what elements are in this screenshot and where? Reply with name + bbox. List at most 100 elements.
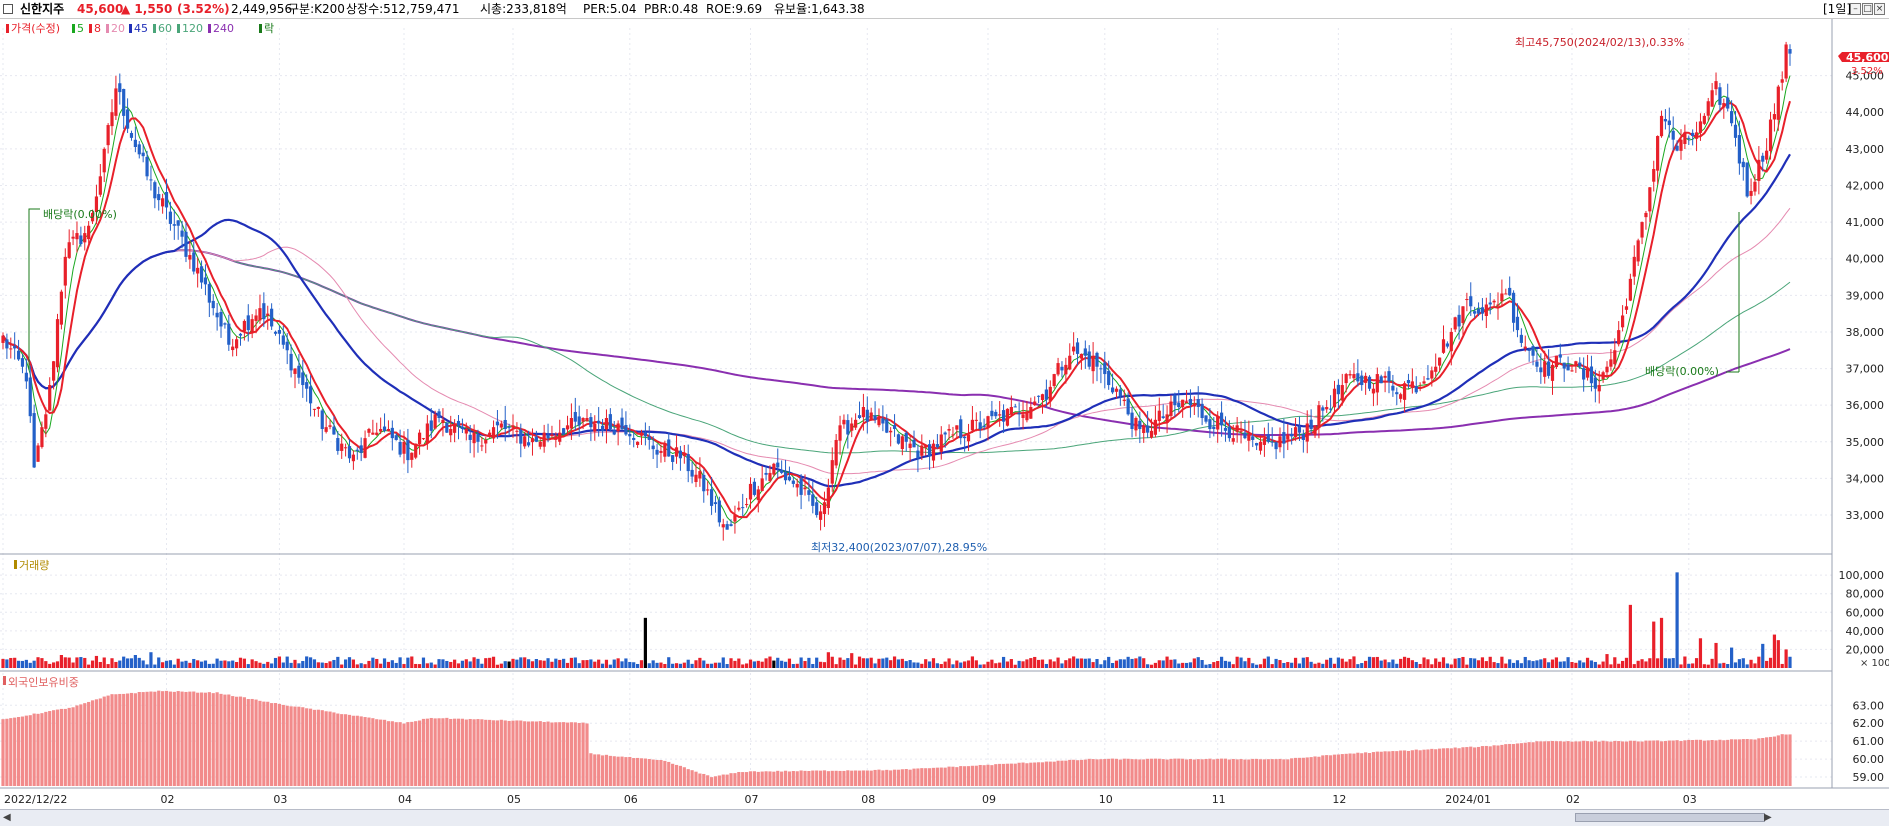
candlestick (1371, 382, 1376, 407)
candlestick (1776, 84, 1780, 131)
legend-ma20: 20 (111, 22, 125, 35)
volume-bar (799, 657, 803, 668)
scroll-right-icon[interactable]: ▶ (1764, 812, 1772, 823)
candlestick (600, 419, 605, 437)
volume-bar (600, 663, 605, 668)
foreign-ratio-bar (429, 717, 433, 786)
foreign-ratio-bar (1465, 747, 1469, 786)
candlestick (386, 420, 391, 432)
volume-bar (410, 656, 414, 668)
volume-bar (1087, 658, 1091, 668)
volume-bar (768, 656, 772, 668)
volume-bar (651, 660, 655, 668)
volume-bar (133, 655, 137, 668)
foreign-ratio-bar (90, 700, 95, 786)
foreign-ratio-bar (1379, 751, 1383, 786)
foreign-ratio-bar (608, 755, 612, 786)
volume-bar (1344, 661, 1348, 668)
volume-bar (706, 663, 710, 668)
foreign-ratio-bar (1768, 736, 1773, 786)
foreign-ratio-bar (1029, 762, 1033, 786)
foreign-ratio-bar (1274, 759, 1278, 786)
volume-bar (1535, 660, 1539, 668)
foreign-ratio-bar (1192, 759, 1196, 786)
volume-bar (1161, 660, 1165, 668)
volume-bar (1340, 658, 1344, 668)
volume-bar (1644, 661, 1648, 668)
volume-bar (1383, 659, 1387, 668)
volume-bar (721, 657, 725, 668)
volume-bar (1539, 659, 1543, 668)
volume-bar (63, 657, 67, 668)
candlestick (1110, 373, 1115, 395)
foreign-ratio-bar (741, 772, 745, 786)
foreign-ratio-bar (273, 703, 278, 786)
volume-bar (1157, 660, 1161, 668)
candlestick (904, 431, 908, 452)
candlestick (63, 248, 67, 299)
candlestick (1706, 97, 1710, 121)
volume-bar (1726, 664, 1730, 668)
foreign-ratio-bar (1009, 763, 1013, 786)
foreign-ratio-bar (301, 707, 305, 786)
volume-bar (1025, 659, 1029, 668)
candlestick (273, 330, 278, 336)
candlestick (1091, 342, 1095, 384)
volume-bar (850, 653, 854, 668)
foreign-ratio-bar (624, 757, 628, 786)
foreign-ratio-bar (550, 722, 554, 786)
foreign-ratio-bar (1068, 759, 1072, 786)
candlestick (1410, 368, 1414, 394)
volume-bar (149, 652, 153, 668)
foreign-ratio-bar (1037, 762, 1041, 786)
candlestick (285, 333, 289, 365)
candlestick (1671, 116, 1675, 151)
candlestick (355, 447, 359, 460)
volume-bar (1710, 658, 1714, 668)
volume-bar (1508, 659, 1512, 668)
volume-bar (643, 617, 647, 668)
foreign-ratio-bar (1473, 747, 1477, 786)
foreign-ratio-bar (1597, 741, 1601, 786)
foreign-ratio-bar (1216, 758, 1220, 786)
volume-bar (437, 659, 441, 668)
candlestick (1360, 370, 1364, 391)
foreign-ratio-bar (1410, 750, 1414, 786)
volume-bar (382, 658, 387, 668)
volume-tick-label: 20,000 (1846, 643, 1885, 656)
candlestick (223, 322, 227, 329)
candlestick (118, 73, 122, 105)
foreign-ratio-bar (425, 718, 429, 786)
volume-bar (168, 660, 173, 668)
foreign-ratio-bar (1585, 741, 1590, 786)
candlestick (1620, 305, 1625, 332)
volume-bar (1457, 658, 1461, 668)
foreign-ratio-bar (900, 769, 904, 786)
scrollbar-thumb[interactable] (1575, 813, 1765, 822)
foreign-ratio-bar (1745, 739, 1749, 786)
volume-bar (1757, 656, 1761, 668)
candlestick (414, 443, 418, 460)
volume-bar (488, 657, 492, 668)
foreign-ratio-bar (974, 765, 978, 786)
candlestick (480, 436, 484, 452)
candlestick (417, 429, 422, 455)
volume-bar (1184, 662, 1189, 668)
foreign-ratio-bar (1434, 749, 1438, 786)
volume-bar (1765, 660, 1769, 668)
foreign-ratio-bar (597, 754, 601, 786)
volume-bar (1547, 662, 1551, 668)
foreign-ratio-bar (826, 771, 830, 786)
foreign-ratio-bar (1177, 758, 1181, 786)
candlestick (671, 454, 675, 471)
foreign-ratio-bar (207, 692, 211, 786)
foreign-ratio-bar (1402, 750, 1407, 786)
scroll-left-icon[interactable]: ◀ (3, 812, 11, 823)
foreign-ratio-bar (1114, 758, 1119, 786)
volume-bar (1636, 660, 1640, 668)
horizontal-scrollbar[interactable]: ◀ ▶ (0, 809, 1889, 826)
candlestick (1278, 427, 1282, 453)
volume-bar (1371, 657, 1376, 668)
candlestick (1714, 72, 1718, 96)
foreign-ratio-bar (558, 722, 562, 786)
